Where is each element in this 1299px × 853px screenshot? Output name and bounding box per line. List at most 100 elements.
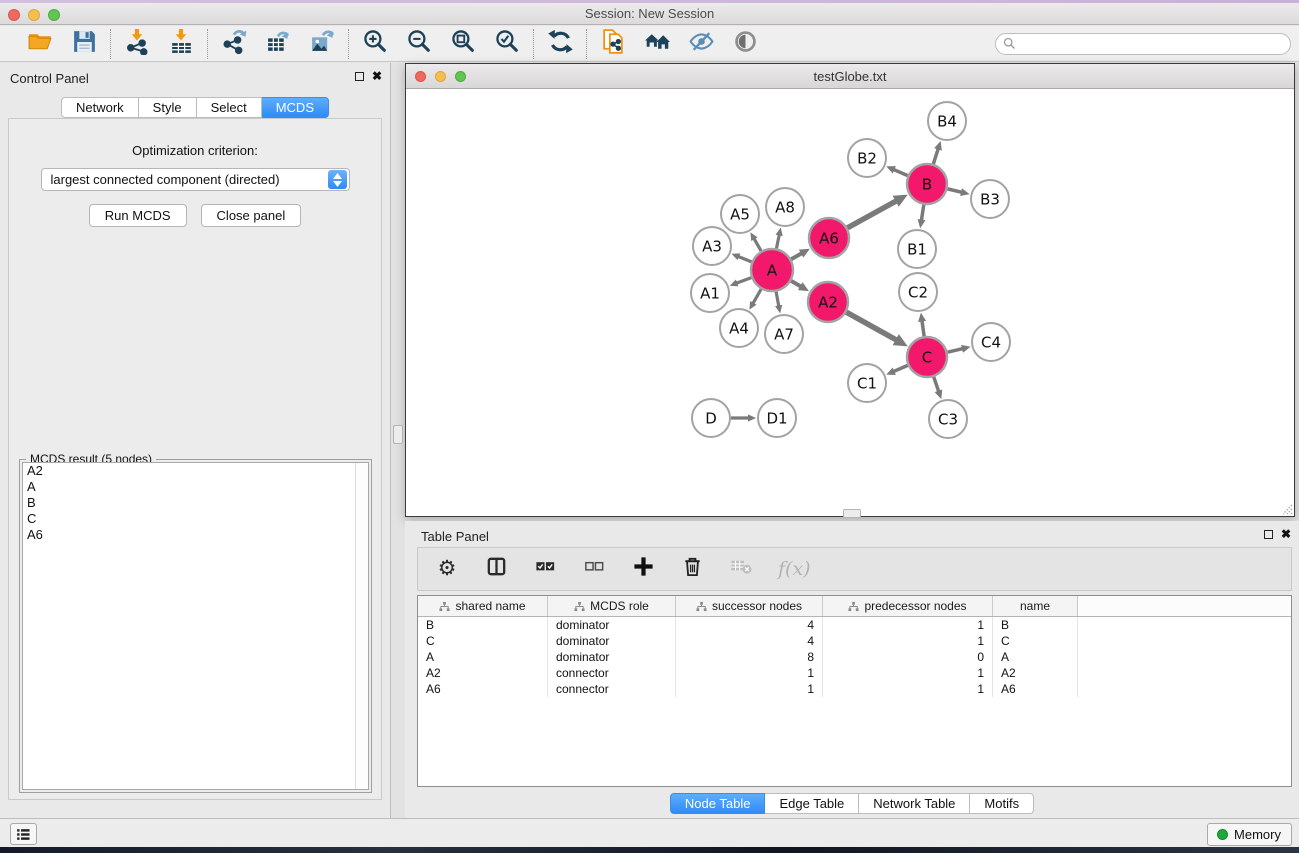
table-cell[interactable]: dominator: [548, 649, 676, 665]
horizontal-splitter-handle[interactable]: [843, 509, 861, 518]
tab-motifs[interactable]: Motifs: [970, 793, 1034, 814]
graph-edge-C-C2[interactable]: [922, 320, 924, 336]
run-mcds-button[interactable]: Run MCDS: [89, 204, 187, 227]
column-visibility-button[interactable]: [484, 555, 508, 583]
graph-edge-A-A8[interactable]: [776, 234, 779, 248]
float-panel-icon[interactable]: [355, 72, 364, 81]
table-cell[interactable]: B: [993, 617, 1078, 633]
import-network-button[interactable]: [120, 29, 154, 59]
graph-edge-A-A2[interactable]: [791, 281, 801, 287]
graph-edge-A-A3[interactable]: [738, 256, 752, 261]
zoom-selected-button[interactable]: [490, 29, 524, 59]
table-cell[interactable]: 0: [823, 649, 993, 665]
delete-column-button[interactable]: [680, 555, 704, 583]
graph-edge-A-A6[interactable]: [791, 253, 802, 259]
table-cell[interactable]: 8: [676, 649, 823, 665]
table-cell[interactable]: A: [993, 649, 1078, 665]
search-input[interactable]: [1016, 35, 1290, 53]
table-cell[interactable]: dominator: [548, 617, 676, 633]
network-window-titlebar[interactable]: testGlobe.txt: [406, 64, 1294, 89]
open-file-button[interactable]: [23, 29, 57, 59]
table-cell[interactable]: A: [418, 649, 548, 665]
table-cell[interactable]: 1: [823, 617, 993, 633]
zoom-in-button[interactable]: [358, 29, 392, 59]
table-cell[interactable]: connector: [548, 665, 676, 681]
table-cell[interactable]: B: [418, 617, 548, 633]
graph-edge-A6-B[interactable]: [847, 201, 896, 228]
export-table-button[interactable]: [261, 29, 295, 59]
graph-edge-A-A4[interactable]: [753, 289, 761, 304]
show-panel-button[interactable]: [728, 29, 762, 59]
task-history-button[interactable]: [10, 823, 37, 845]
column-header-name[interactable]: name: [993, 596, 1078, 616]
graph-edge-C-C3[interactable]: [934, 377, 939, 392]
table-row[interactable]: Cdominator41C: [418, 633, 1291, 649]
table-cell[interactable]: 4: [676, 617, 823, 633]
hide-panel-button[interactable]: [684, 29, 718, 59]
close-table-panel-icon[interactable]: ✖: [1281, 529, 1291, 539]
mcds-result-item[interactable]: C: [23, 511, 368, 527]
graph-edge-A2-C[interactable]: [846, 312, 896, 340]
table-cell[interactable]: 4: [676, 633, 823, 649]
column-header-MCDS-role[interactable]: MCDS role: [548, 596, 676, 616]
home-button[interactable]: [640, 29, 674, 59]
graph-edge-B-B3[interactable]: [947, 189, 962, 192]
resize-grip-icon[interactable]: [1279, 501, 1293, 515]
table-row[interactable]: Bdominator41B: [418, 617, 1291, 633]
column-header-shared-name[interactable]: shared name: [418, 596, 548, 616]
graph-edge-C-C1[interactable]: [893, 365, 907, 371]
zoom-out-button[interactable]: [402, 29, 436, 59]
table-cell[interactable]: A2: [993, 665, 1078, 681]
import-table-button[interactable]: [164, 29, 198, 59]
graph-edge-A-A1[interactable]: [736, 278, 751, 284]
column-header-successor-nodes[interactable]: successor nodes: [676, 596, 823, 616]
tab-node-table[interactable]: Node Table: [670, 793, 766, 814]
memory-button[interactable]: Memory: [1207, 823, 1292, 846]
graph-edge-C-C4[interactable]: [947, 349, 963, 353]
mcds-result-item[interactable]: A6: [23, 527, 368, 543]
table-cell[interactable]: A6: [418, 681, 548, 697]
tab-network[interactable]: Network: [61, 97, 139, 118]
node-table[interactable]: shared nameMCDS rolesuccessor nodesprede…: [417, 595, 1292, 787]
table-row[interactable]: A2connector11A2: [418, 665, 1291, 681]
graph-edge-B-B2[interactable]: [893, 169, 907, 175]
refresh-layout-button[interactable]: [543, 29, 577, 59]
result-list-scrollbar[interactable]: [355, 463, 368, 789]
table-cell[interactable]: C: [418, 633, 548, 649]
table-cell[interactable]: dominator: [548, 633, 676, 649]
table-cell[interactable]: 1: [823, 633, 993, 649]
tab-edge-table[interactable]: Edge Table: [765, 793, 859, 814]
close-panel-icon[interactable]: ✖: [372, 71, 382, 81]
table-cell[interactable]: 1: [823, 665, 993, 681]
deselect-all-button[interactable]: [582, 555, 606, 583]
table-cell[interactable]: A6: [993, 681, 1078, 697]
mcds-result-item[interactable]: A: [23, 479, 368, 495]
save-session-button[interactable]: [67, 29, 101, 59]
network-canvas[interactable]: ABCA2A6A1A3A4A5A7A8B1B2B3B4C1C2C3C4DD1: [406, 89, 1294, 516]
tab-mcds[interactable]: MCDS: [262, 97, 329, 118]
table-row[interactable]: A6connector11A6: [418, 681, 1291, 697]
column-header-predecessor-nodes[interactable]: predecessor nodes: [823, 596, 993, 616]
mcds-result-item[interactable]: A2: [23, 463, 368, 479]
close-panel-button[interactable]: Close panel: [201, 204, 302, 227]
graph-edge-B-B4[interactable]: [933, 148, 938, 164]
table-cell[interactable]: connector: [548, 681, 676, 697]
criterion-select[interactable]: largest connected component (directed): [41, 168, 350, 191]
mcds-result-list[interactable]: A2ABCA6: [22, 462, 369, 790]
network-graph[interactable]: ABCA2A6A1A3A4A5A7A8B1B2B3B4C1C2C3C4DD1: [406, 89, 1294, 515]
graph-edge-B-B1[interactable]: [921, 205, 923, 221]
export-image-button[interactable]: [305, 29, 339, 59]
graph-edge-A-A5[interactable]: [754, 238, 761, 251]
tab-style[interactable]: Style: [139, 97, 197, 118]
table-cell[interactable]: C: [993, 633, 1078, 649]
select-all-button[interactable]: [533, 555, 557, 583]
tab-select[interactable]: Select: [197, 97, 262, 118]
graph-edge-A-A7[interactable]: [776, 292, 779, 307]
table-cell[interactable]: 1: [676, 681, 823, 697]
tab-network-table[interactable]: Network Table: [859, 793, 970, 814]
search-field[interactable]: [995, 33, 1291, 55]
vertical-splitter-handle[interactable]: [393, 425, 403, 444]
table-cell[interactable]: 1: [676, 665, 823, 681]
table-cell[interactable]: 1: [823, 681, 993, 697]
network-snapshot-button[interactable]: [596, 29, 630, 59]
